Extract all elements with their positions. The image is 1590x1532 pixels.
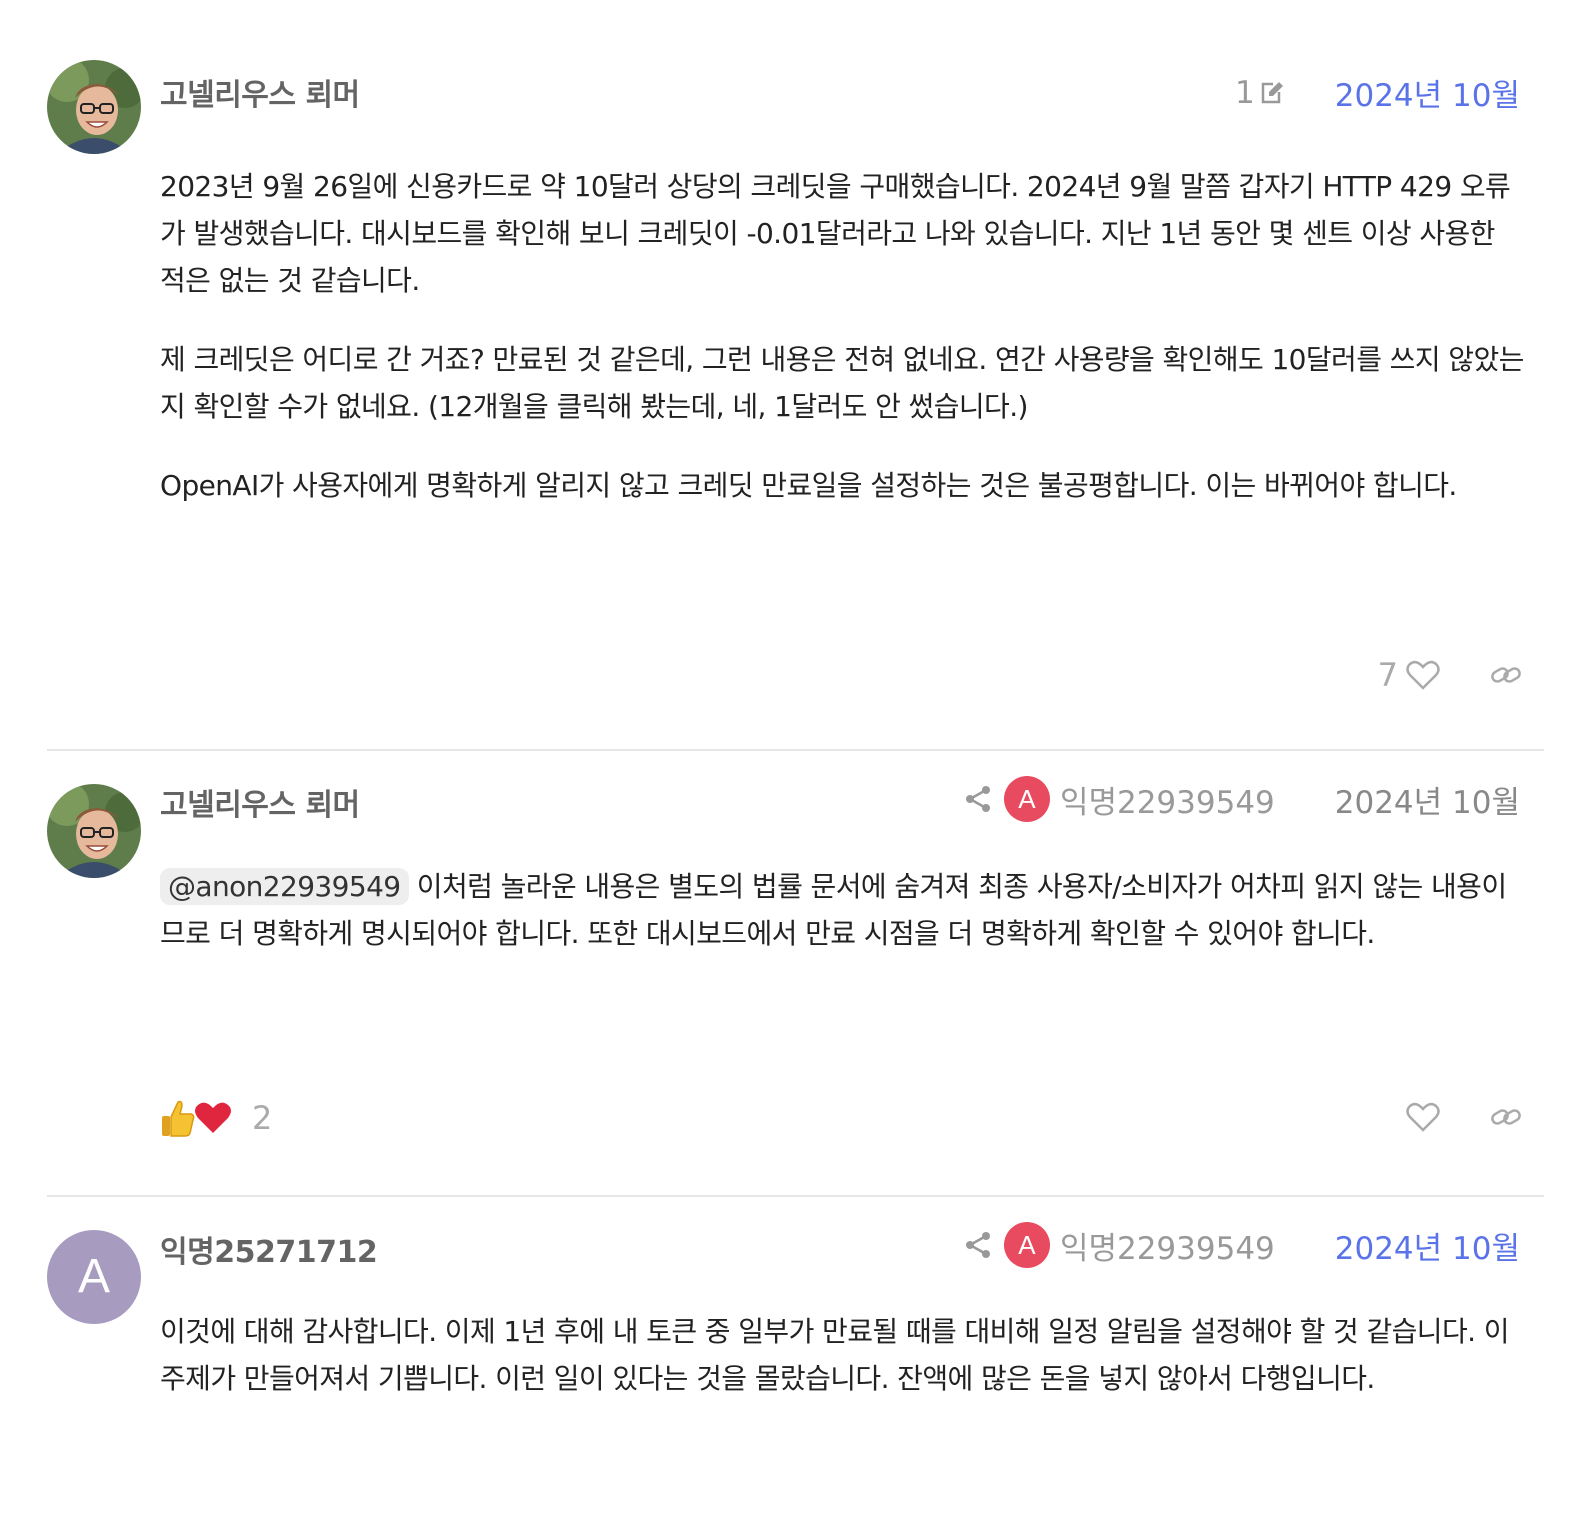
post-paragraph: 제 크레딧은 어디로 간 거죠? 만료된 것 같은데, 그런 내용은 전혀 없네… (160, 343, 1524, 423)
heart-outline-icon (1406, 660, 1440, 690)
reply-to-username: 익명22939549 (1059, 784, 1275, 821)
post-divider (47, 749, 1544, 751)
reactions[interactable]: 2 (160, 1098, 272, 1138)
post-body: 2023년 9월 26일에 신용카드로 약 10달러 상당의 크레딧을 구매했습… (160, 163, 1525, 541)
post-actions (1406, 1102, 1522, 1132)
username[interactable]: 고넬리우스 뢰머 (160, 70, 360, 114)
thumbs-up-icon (160, 1098, 196, 1138)
post-paragraph: 이것에 대해 감사합니다. 이제 1년 후에 내 토큰 중 일부가 만료될 때를… (160, 1315, 1509, 1395)
post-date[interactable]: 2024년 10월 (1335, 70, 1520, 115)
like-button[interactable] (1406, 1102, 1440, 1132)
post-actions: 7 (1378, 656, 1522, 694)
red-heart-icon (194, 1101, 232, 1135)
reply-avatar: A (1003, 776, 1050, 822)
post-paragraph: @anon22939549 이처럼 놀라운 내용은 별도의 법률 문서에 숨겨져… (160, 863, 1525, 957)
username[interactable]: 고넬리우스 뢰머 (160, 780, 360, 824)
link-icon (1491, 1109, 1521, 1125)
reply-to[interactable]: A 익명22939549 (964, 776, 1275, 822)
share-link-button[interactable] (1490, 1104, 1522, 1130)
mention-link[interactable]: @anon22939549 (160, 868, 409, 905)
edit-count: 1 (1235, 74, 1255, 111)
post-divider (47, 1195, 1544, 1197)
post-body: @anon22939549 이처럼 놀라운 내용은 별도의 법률 문서에 숨겨져… (160, 863, 1525, 989)
user-avatar[interactable] (47, 60, 141, 154)
like-button[interactable] (1406, 660, 1440, 690)
post-meta: 1 2024년 10월 (1235, 70, 1520, 115)
share-nodes-icon (964, 785, 992, 813)
post-meta: A 익명22939549 2024년 10월 (964, 776, 1520, 822)
reply-to-username: 익명22939549 (1059, 1230, 1275, 1267)
post-date[interactable]: 2024년 10월 (1335, 777, 1520, 822)
reaction-count: 2 (252, 1099, 273, 1137)
share-nodes-icon (964, 1231, 992, 1259)
reply-to[interactable]: A 익명22939549 (964, 1222, 1275, 1268)
post-body: 이것에 대해 감사합니다. 이제 1년 후에 내 토큰 중 일부가 만료될 때를… (160, 1308, 1525, 1434)
heart-outline-icon (1406, 1102, 1440, 1132)
post-meta: A 익명22939549 2024년 10월 (964, 1222, 1520, 1268)
pencil-square-icon (1261, 81, 1283, 103)
username[interactable]: 익명25271712 (160, 1227, 378, 1271)
post-date[interactable]: 2024년 10월 (1335, 1223, 1520, 1268)
edit-history[interactable]: 1 (1235, 75, 1285, 111)
post-paragraph: OpenAI가 사용자에게 명확하게 알리지 않고 크레딧 만료일을 설정하는 … (160, 469, 1457, 502)
link-icon (1491, 667, 1521, 683)
user-avatar[interactable]: A (47, 1230, 141, 1324)
user-avatar[interactable] (47, 784, 141, 878)
share-link-button[interactable] (1490, 662, 1522, 688)
post-paragraph: 2023년 9월 26일에 신용카드로 약 10달러 상당의 크레딧을 구매했습… (160, 170, 1511, 297)
like-count[interactable]: 7 (1378, 656, 1398, 694)
reply-avatar: A (1003, 1222, 1050, 1268)
